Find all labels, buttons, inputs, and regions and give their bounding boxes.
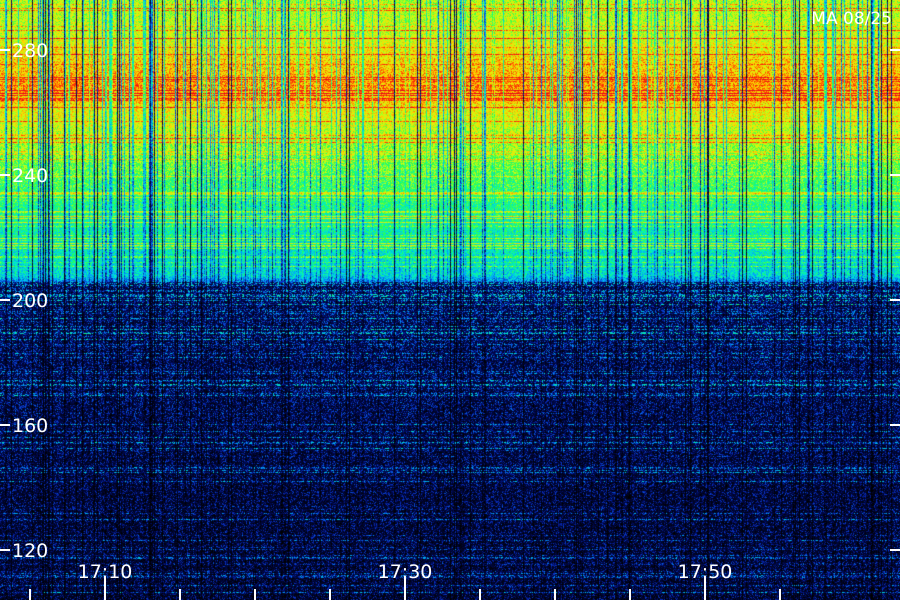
- x-tick-label: 17:50: [678, 561, 733, 583]
- x-axis: 17:10 17:30 17:50: [29, 561, 781, 600]
- y-tick-label: 160: [12, 415, 48, 437]
- corner-label: MA 08/25: [811, 9, 892, 29]
- y-tick-label: 200: [12, 290, 48, 312]
- y-tick-label: 280: [12, 40, 48, 62]
- y-axis: 120 160 200 240 280: [0, 40, 900, 562]
- axes-overlay: MA 08/25 120 160 200 240 280 17:10 17:30 17:50: [0, 9, 900, 600]
- y-tick-label: 240: [12, 165, 48, 187]
- x-tick-label: 17:10: [78, 561, 133, 583]
- y-tick-label: 120: [12, 540, 48, 562]
- x-tick-label: 17:30: [378, 561, 433, 583]
